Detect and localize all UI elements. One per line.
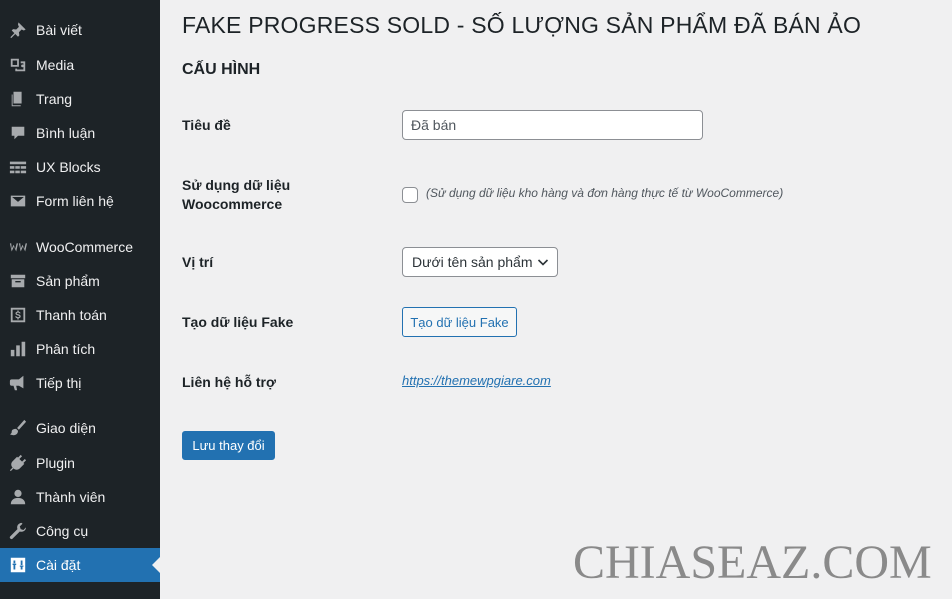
support-link[interactable]: https://themewpgiare.com [402,373,551,388]
sidebar-item-label: Giao diện [36,420,96,436]
bar-chart-icon [8,339,28,359]
save-changes-button[interactable]: Lưu thay đổi [182,431,275,460]
sidebar-item-label: UX Blocks [36,159,101,175]
position-select-value: Dưới tên sản phẩm [412,254,533,270]
admin-sidebar: Bài viết Media Trang Bình luận UX Blocks… [0,0,160,599]
sidebar-item-pages[interactable]: Trang [0,82,160,116]
sidebar-item-comments[interactable]: Bình luận [0,116,160,150]
sidebar-item-label: Sản phẩm [36,273,100,289]
user-icon [8,487,28,507]
sidebar-item-woocommerce[interactable]: WooCommerce [0,230,160,264]
brush-icon [8,418,28,438]
support-label: Liên hệ hỗ trợ [182,374,276,390]
sidebar-item-label: Bình luận [36,125,96,141]
sidebar-item-products[interactable]: Sản phẩm [0,264,160,298]
fake-data-label: Tạo dữ liệu Fake [182,314,294,330]
page-icon [8,89,28,109]
sidebar-item-label: Thành viên [36,489,106,505]
woocommerce-data-label-line1: Sử dụng dữ liệu [182,177,291,193]
sidebar-item-label: Bài viết [36,22,82,38]
sidebar-item-label: Tiếp thị [36,375,82,391]
sidebar-item-payments[interactable]: Thanh toán [0,298,160,332]
pin-icon [8,20,28,40]
woocommerce-data-description: (Sử dụng dữ liệu kho hàng và đơn hàng th… [426,186,784,200]
megaphone-icon [8,373,28,393]
sidebar-item-label: Form liên hệ [36,193,114,209]
mail-icon [8,191,28,211]
sidebar-item-label: Công cụ [36,523,89,539]
sidebar-item-label: WooCommerce [36,239,133,255]
sidebar-item-label: Phân tích [36,341,96,357]
sidebar-item-contact-form[interactable]: Form liên hệ [0,184,160,218]
plug-icon [8,453,28,473]
title-label: Tiêu đề [182,117,231,133]
sidebar-item-media[interactable]: Media [0,48,160,82]
generate-fake-data-button[interactable]: Tạo dữ liệu Fake [402,307,517,337]
archive-icon [8,271,28,291]
sidebar-item-label: Cài đặt [36,557,81,573]
position-select[interactable]: Dưới tên sản phẩm [402,247,558,277]
sidebar-item-marketing[interactable]: Tiếp thị [0,366,160,400]
main-content: FAKE PROGRESS SOLD - SỐ LƯỢNG SẢN PHẨM Đ… [160,0,952,599]
settings-icon [8,555,28,575]
title-input[interactable] [402,110,703,140]
chevron-down-icon [537,259,549,266]
sidebar-item-label: Thanh toán [36,307,107,323]
woocommerce-data-label: Sử dụng dữ liệu Woocommerce [182,176,290,214]
woocommerce-data-label-line2: Woocommerce [182,196,283,212]
sidebar-item-label: Plugin [36,455,75,471]
sidebar-item-appearance[interactable]: Giao diện [0,411,160,445]
woocommerce-data-checkbox[interactable] [402,187,418,203]
sidebar-item-analytics[interactable]: Phân tích [0,332,160,366]
sidebar-item-users[interactable]: Thành viên [0,480,160,514]
wrench-icon [8,521,28,541]
dollar-icon [8,305,28,325]
sidebar-item-tools[interactable]: Công cụ [0,514,160,548]
media-icon [8,55,28,75]
comment-icon [8,123,28,143]
sidebar-item-label: Media [36,57,75,73]
sidebar-item-label: Trang [36,91,73,107]
page-title: FAKE PROGRESS SOLD - SỐ LƯỢNG SẢN PHẨM Đ… [182,12,862,38]
sidebar-item-settings[interactable]: Cài đặt [0,548,160,582]
watermark-logo: CHIASEAZ.COM [573,536,932,589]
sidebar-item-plugins[interactable]: Plugin [0,446,160,480]
section-title: CẤU HÌNH [182,61,261,78]
sidebar-item-ux-blocks[interactable]: UX Blocks [0,150,160,184]
blocks-icon [8,157,28,177]
sidebar-item-posts[interactable]: Bài viết [0,13,160,47]
woocommerce-icon [8,237,28,257]
position-label: Vị trí [182,254,214,270]
